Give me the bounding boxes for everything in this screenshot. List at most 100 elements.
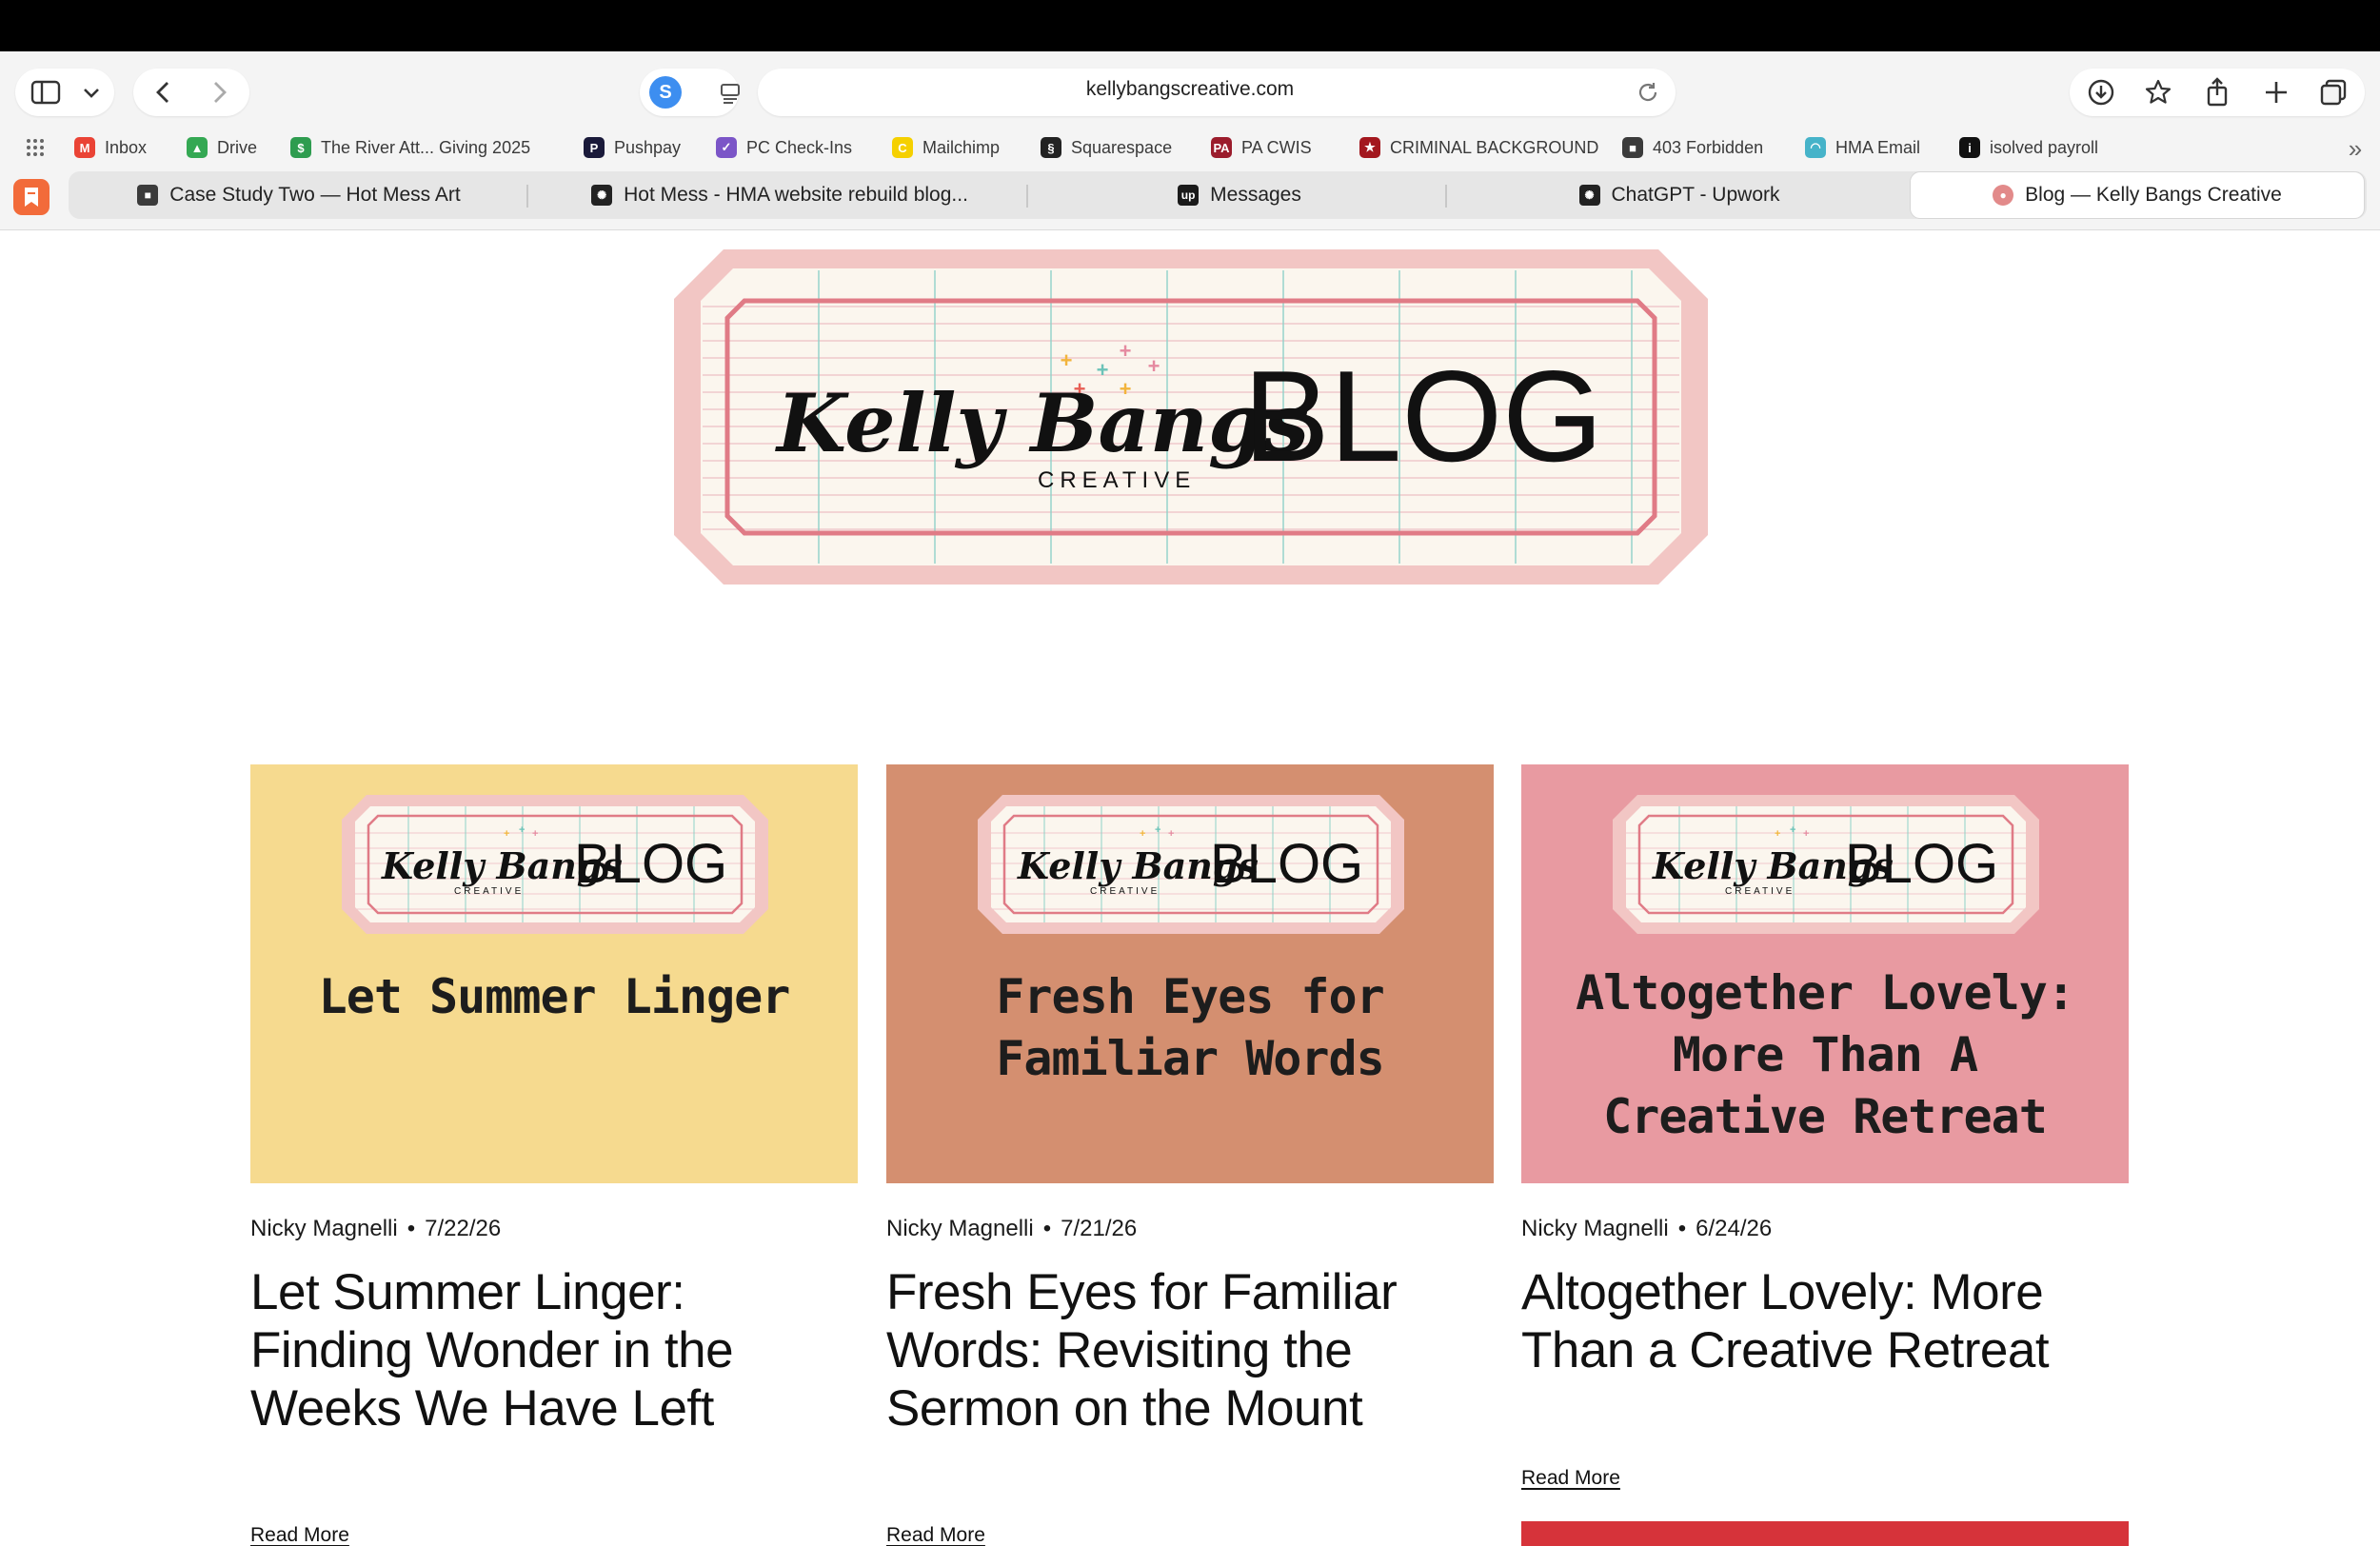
read-more-link[interactable]: Read More	[886, 1524, 985, 1546]
tab-bar: ■ Case Study Two — Hot Mess Art ✺ Hot Mess …	[0, 164, 2380, 230]
reload-icon[interactable]	[1634, 78, 1662, 107]
system-menu-bar	[0, 0, 2380, 51]
bookmark-item[interactable]: ■ 403 Forbidden	[1622, 131, 1763, 164]
money-icon: $	[290, 137, 311, 158]
bookmark-item[interactable]: P Pushpay	[584, 131, 681, 164]
bookmarks-bar: M Inbox ▲ Drive $ The River Att... Giving 202…	[0, 131, 2380, 164]
upwork-icon: up	[1178, 185, 1200, 206]
svg-text:+: +	[1775, 828, 1780, 840]
svg-text:BLOG: BLOG	[1210, 833, 1363, 895]
post-thumbnail[interactable]: + + + Kelly Bangs CREATIVE BLOG Altogether Lov…	[1521, 764, 2129, 1183]
bookmark-item[interactable]: ✓ PC Check-Ins	[716, 131, 852, 164]
svg-text:+: +	[1140, 828, 1145, 840]
more-bookmarks-icon[interactable]: »	[2342, 134, 2369, 163]
svg-text:CREATIVE: CREATIVE	[1090, 886, 1160, 897]
read-more-link[interactable]: Read More	[1521, 1467, 1620, 1490]
apps-grid-icon[interactable]	[23, 135, 48, 160]
tab-active[interactable]: ● Blog — Kelly Bangs Creative	[1910, 171, 2365, 219]
tab-label: Hot Mess - HMA website rebuild blog...	[624, 184, 968, 206]
pushpay-icon: P	[584, 137, 605, 158]
bookmark-label: HMA Email	[1835, 137, 1921, 157]
bookmark-item[interactable]: ◠ HMA Email	[1805, 131, 1920, 164]
download-icon[interactable]	[2085, 76, 2117, 109]
kelly-icon: ●	[1993, 185, 2014, 206]
bookmark-item[interactable]: § Squarespace	[1041, 131, 1172, 164]
forward-button[interactable]	[206, 78, 234, 107]
svg-text:+: +	[519, 824, 525, 836]
post-title-link[interactable]: Fresh Eyes for Familiar Words: Revisitin…	[886, 1263, 1496, 1437]
tab-separator	[526, 185, 528, 208]
tab[interactable]: up Messages	[1030, 171, 1449, 219]
back-button[interactable]	[149, 78, 177, 107]
pinned-tab-bookmark-icon[interactable]	[13, 179, 50, 215]
tab-label: Case Study Two — Hot Mess Art	[169, 184, 461, 206]
tab-label: Blog — Kelly Bangs Creative	[2025, 184, 2282, 206]
tab-overview-icon[interactable]	[2317, 76, 2350, 109]
reader-icon[interactable]	[716, 80, 744, 107]
post-author[interactable]: Nicky Magnelli	[1521, 1216, 1669, 1241]
bookmark-label: PA CWIS	[1241, 137, 1312, 157]
pa-icon: PA	[1211, 137, 1232, 158]
tab[interactable]: ✺ Hot Mess - HMA website rebuild blog...	[530, 171, 1029, 219]
bookmark-item[interactable]: PA PA CWIS	[1211, 131, 1312, 164]
logo-script-text: Kelly Bangs	[775, 376, 1309, 470]
post-thumbnail[interactable]: + + + Kelly Bangs CREATIVE BLOG Let Summer Lin…	[250, 764, 858, 1183]
mini-blog-logo: + + +Kelly BangsCREATIVE BLOG	[1613, 795, 2039, 934]
post-date: 6/24/26	[1696, 1216, 1773, 1241]
bookmark-label: Squarespace	[1071, 137, 1173, 157]
cube-icon: ■	[1622, 137, 1643, 158]
tab[interactable]: ✺ ChatGPT - Upwork	[1449, 171, 1910, 219]
bookmark-star-icon[interactable]	[2142, 76, 2174, 109]
share-icon[interactable]	[2201, 76, 2233, 109]
bookmark-label: CRIMINAL BACKGROUND	[1390, 137, 1599, 157]
isolved-icon: i	[1959, 137, 1980, 158]
tab-separator	[1026, 185, 1028, 208]
cube-icon: ■	[137, 185, 159, 206]
mailchimp-icon: C	[892, 137, 913, 158]
bookmark-item[interactable]: ★ CRIMINAL BACKGROUND	[1359, 131, 1598, 164]
bookmark-item[interactable]: i isolved payroll	[1959, 131, 2098, 164]
post-author[interactable]: Nicky Magnelli	[250, 1216, 398, 1241]
tab-label: ChatGPT - Upwork	[1611, 184, 1780, 206]
bookmark-item[interactable]: $ The River Att... Giving 2025	[290, 131, 530, 164]
chevron-down-icon[interactable]	[78, 80, 105, 107]
blog-post-card: + + + Kelly Bangs CREATIVE BLOG Let Summer Lin…	[250, 764, 858, 1546]
post-date: 7/22/26	[425, 1216, 502, 1241]
bookmark-label: The River Att... Giving 2025	[321, 137, 531, 157]
new-tab-icon[interactable]	[2260, 76, 2292, 109]
bookmark-label: Drive	[217, 137, 258, 157]
tab[interactable]: ■ Case Study Two — Hot Mess Art	[69, 171, 529, 219]
blog-post-card: + + + Kelly Bangs CREATIVE BLOG Altogether Lov…	[1521, 764, 2129, 1489]
svg-text:+: +	[1168, 828, 1174, 840]
thumbnail-title: Fresh Eyes for Familiar Words	[996, 969, 1384, 1086]
logo-blog-text: BLOG	[1243, 344, 1603, 488]
post-title-link[interactable]: Altogether Lovely: More Than a Creative …	[1521, 1263, 2131, 1379]
bookmark-label: Inbox	[105, 137, 148, 157]
post-thumbnail[interactable]: + + + Kelly Bangs CREATIVE BLOG Fresh Eyes for…	[886, 764, 1494, 1183]
checkin-icon: ✓	[716, 137, 737, 158]
sidebar-toggle-icon[interactable]	[27, 78, 65, 107]
bookmark-item[interactable]: ▲ Drive	[187, 131, 257, 164]
bookmark-item[interactable]: M Inbox	[74, 131, 147, 164]
bookmark-item[interactable]: C Mailchimp	[892, 131, 1000, 164]
extension-s-icon[interactable]: S	[649, 76, 682, 109]
blog-header-logo: + + ++ + + Kelly Bangs CREATIVE BLOG	[674, 249, 1708, 585]
thumbnail-title: Altogether Lovely: More Than A Creative …	[1576, 965, 2075, 1144]
next-post-thumbnail[interactable]	[1521, 1521, 2129, 1546]
url-text[interactable]: kellybangscreative.com	[952, 78, 1428, 101]
svg-text:+: +	[1120, 339, 1132, 363]
hma-icon: ◠	[1805, 137, 1826, 158]
meta-separator: •	[1677, 1216, 1687, 1241]
thumbnail-title: Let Summer Linger	[318, 969, 791, 1024]
post-title-link[interactable]: Let Summer Linger: Finding Wonder in the…	[250, 1263, 860, 1437]
gmail-icon: M	[74, 137, 95, 158]
logo-creative-text: CREATIVE	[1038, 467, 1196, 493]
post-date: 7/21/26	[1061, 1216, 1138, 1241]
svg-text:BLOG: BLOG	[574, 833, 727, 895]
post-meta: Nicky Magnelli • 7/22/26	[250, 1216, 501, 1242]
svg-text:+: +	[1061, 348, 1073, 372]
post-author[interactable]: Nicky Magnelli	[886, 1216, 1034, 1241]
read-more-link[interactable]: Read More	[250, 1524, 349, 1546]
tab-separator	[1445, 185, 1447, 208]
svg-text:+: +	[504, 828, 509, 840]
